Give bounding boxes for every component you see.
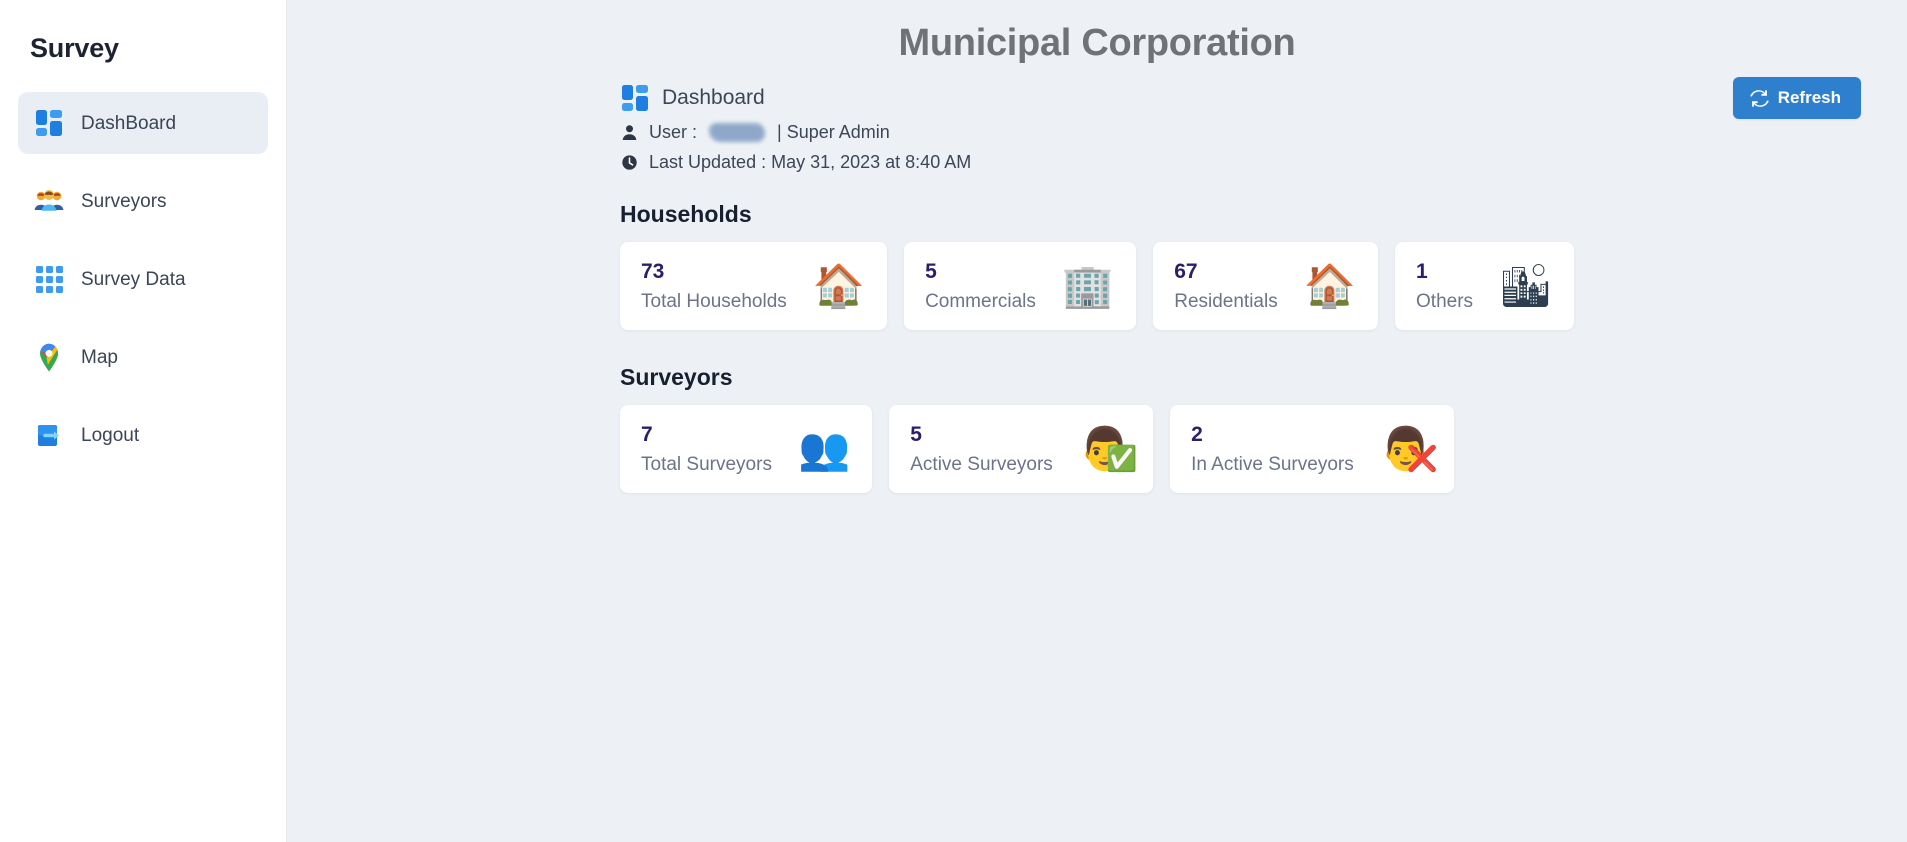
sidebar-item-map[interactable]: Map	[18, 326, 268, 388]
stat-value: 1	[1416, 260, 1428, 283]
redacted-username	[709, 123, 766, 142]
stat-card-active-surveyors[interactable]: 5 Active Surveyors 👨 ✅	[889, 405, 1154, 493]
stat-value: 5	[925, 260, 937, 283]
stat-card-inactive-surveyors[interactable]: 2 In Active Surveyors 👨 ❌	[1170, 405, 1455, 493]
dashboard-body: Dashboard User : | Super Admin Last Upda…	[287, 83, 1907, 493]
breadcrumb-label: Dashboard	[662, 86, 765, 109]
person-check-icon: 👨 ✅	[1079, 428, 1137, 472]
stat-label: Residentials	[1174, 291, 1278, 312]
breadcrumb: Dashboard	[620, 83, 1907, 113]
refresh-button-label: Refresh	[1777, 88, 1841, 107]
section-title-surveyors: Surveyors	[620, 364, 733, 390]
cityscape-icon: 🏙	[1499, 262, 1553, 309]
house-icon: 🏠	[812, 262, 866, 309]
map-pin-icon	[34, 342, 64, 372]
sync-refresh-icon	[1749, 89, 1769, 108]
stat-label: Others	[1416, 291, 1474, 312]
people-group-icon: 👥	[797, 425, 851, 472]
sidebar-item-label: Survey Data	[81, 268, 186, 290]
section-title-households: Households	[620, 201, 752, 227]
sidebar-item-survey-data[interactable]: Survey Data	[18, 248, 268, 310]
dashboard-tiles-icon	[620, 83, 650, 113]
stat-value: 67	[1174, 260, 1198, 283]
page-title: Municipal Corporation	[898, 22, 1296, 64]
grid-3x3-icon	[34, 264, 64, 294]
user-info-row: User : | Super Admin	[620, 122, 1907, 143]
sidebar-item-label: Logout	[81, 424, 140, 446]
sidebar-nav: DashBoard Surveyors Survey Data Map Logo…	[18, 92, 268, 482]
last-updated-label: Last Updated : May 31, 2023 at 8:40 AM	[649, 152, 972, 172]
sidebar: Survey DashBoard Surveyors Survey Data M…	[0, 0, 287, 842]
surveyors-card-row: 7 Total Surveyors 👥 5 Active Surveyors 👨…	[620, 405, 1907, 493]
households-card-row: 73 Total Households 🏠 5 Commercials 🏢 67	[620, 242, 1907, 330]
refresh-button[interactable]: Refresh	[1732, 77, 1861, 119]
stat-label: Total Surveyors	[641, 454, 772, 475]
clock-icon	[620, 153, 639, 172]
main-content: Municipal Corporation Refresh Dashboard	[287, 0, 1907, 842]
person-remove-icon: 👨 ❌	[1380, 428, 1438, 472]
stat-card-commercials[interactable]: 5 Commercials 🏢	[904, 242, 1137, 330]
person-icon	[620, 123, 639, 142]
stat-label: In Active Surveyors	[1191, 454, 1354, 475]
stat-card-others[interactable]: 1 Others 🏙	[1395, 242, 1575, 330]
user-prefix-label: User :	[649, 122, 698, 142]
stat-value: 2	[1191, 423, 1203, 446]
remove-badge-icon: ❌	[1406, 445, 1439, 473]
user-role-label: | Super Admin	[777, 122, 890, 142]
stat-value: 7	[641, 423, 653, 446]
sidebar-item-label: Map	[81, 346, 118, 368]
sidebar-item-label: Surveyors	[81, 190, 167, 212]
last-updated-row: Last Updated : May 31, 2023 at 8:40 AM	[620, 152, 1907, 173]
stat-card-total-households[interactable]: 73 Total Households 🏠	[620, 242, 888, 330]
sidebar-item-dashboard[interactable]: DashBoard	[18, 92, 268, 154]
stat-card-total-surveyors[interactable]: 7 Total Surveyors 👥	[620, 405, 873, 493]
app-brand: Survey	[30, 33, 119, 63]
stat-label: Commercials	[925, 291, 1036, 312]
stat-label: Total Households	[641, 291, 787, 312]
dashboard-tiles-icon	[34, 108, 64, 138]
house-icon: 🏠	[1303, 262, 1357, 309]
sidebar-item-logout[interactable]: Logout	[18, 404, 268, 466]
stat-value: 73	[641, 260, 665, 283]
people-group-icon	[34, 186, 64, 216]
stat-card-residentials[interactable]: 67 Residentials 🏠	[1153, 242, 1379, 330]
logout-arrow-icon	[34, 420, 64, 450]
sidebar-item-label: DashBoard	[81, 112, 177, 134]
stat-label: Active Surveyors	[910, 454, 1053, 475]
stat-value: 5	[910, 423, 922, 446]
sidebar-item-surveyors[interactable]: Surveyors	[18, 170, 268, 232]
office-building-icon: 🏢	[1061, 262, 1115, 309]
check-badge-icon: ✅	[1105, 445, 1138, 473]
app-root: Survey DashBoard Surveyors Survey Data M…	[0, 0, 1907, 842]
